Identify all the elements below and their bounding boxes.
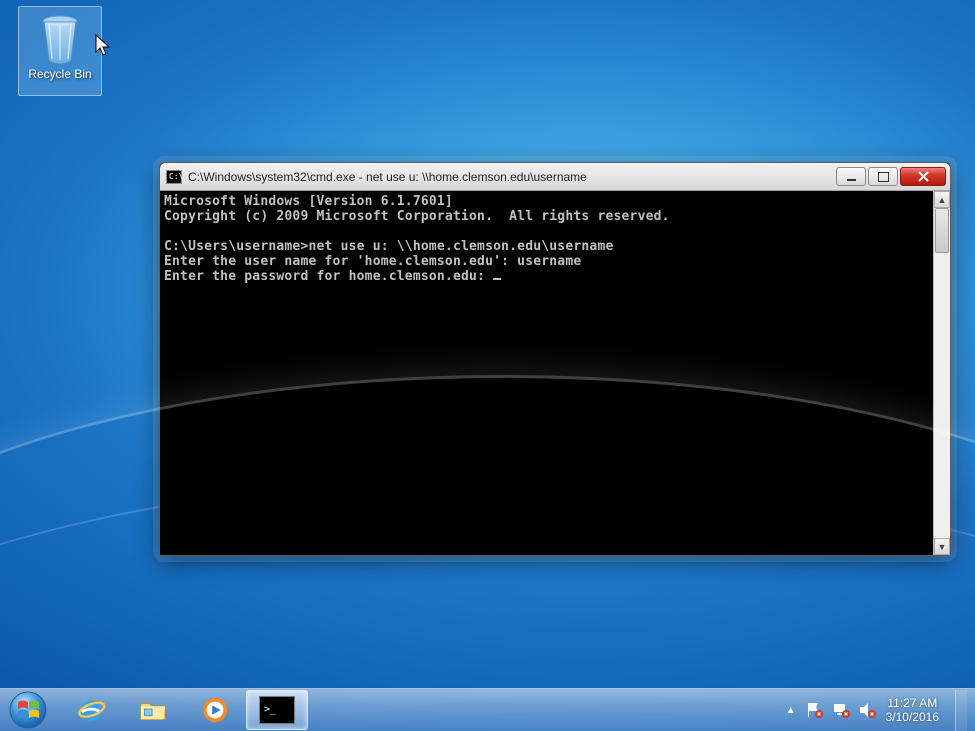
terminal-line: C:\Users\username>net use u: \\home.clem… <box>164 239 614 254</box>
start-button[interactable] <box>4 689 52 731</box>
folder-icon <box>137 695 169 725</box>
terminal-line: Copyright (c) 2009 Microsoft Corporation… <box>164 209 670 224</box>
scrollbar[interactable]: ▲ ▼ <box>933 191 950 555</box>
recycle-bin-label: Recycle Bin <box>28 67 91 81</box>
clock-date: 3/10/2016 <box>886 710 939 724</box>
trash-icon <box>35 13 85 65</box>
titlebar[interactable]: C:\ C:\Windows\system32\cmd.exe - net us… <box>160 163 950 191</box>
clock[interactable]: 11:27 AM 3/10/2016 <box>886 696 939 724</box>
close-button[interactable] <box>900 167 946 186</box>
network-icon[interactable] <box>832 701 850 719</box>
taskbar[interactable]: >_ ▲ 11:27 AM 3/10/2016 <box>0 688 975 731</box>
text-cursor-icon <box>493 278 501 280</box>
taskbar-items: >_ <box>60 689 308 731</box>
minimize-button[interactable] <box>836 167 866 186</box>
media-player-icon <box>199 695 231 725</box>
taskbar-item-ie[interactable] <box>60 690 122 730</box>
scroll-up-button[interactable]: ▲ <box>934 191 950 208</box>
taskbar-item-wmp[interactable] <box>184 690 246 730</box>
window-title: C:\Windows\system32\cmd.exe - net use u:… <box>188 170 587 184</box>
command-prompt-icon: >_ <box>259 696 295 724</box>
show-hidden-icons-button[interactable]: ▲ <box>786 705 796 716</box>
scroll-track[interactable] <box>934 208 950 538</box>
cmd-icon: C:\ <box>166 170 182 184</box>
taskbar-item-cmd[interactable]: >_ <box>246 690 308 730</box>
show-desktop-button[interactable] <box>955 690 967 731</box>
command-prompt-window[interactable]: C:\ C:\Windows\system32\cmd.exe - net us… <box>159 162 951 556</box>
window-controls <box>836 167 950 186</box>
terminal-line: Microsoft Windows [Version 6.1.7601] <box>164 194 453 209</box>
recycle-bin-icon[interactable]: Recycle Bin <box>18 6 102 96</box>
action-center-icon[interactable] <box>806 701 824 719</box>
scroll-down-button[interactable]: ▼ <box>934 538 950 555</box>
taskbar-item-explorer[interactable] <box>122 690 184 730</box>
desktop[interactable]: Recycle Bin C:\ C:\Windows\system32\cmd.… <box>0 0 975 731</box>
volume-icon[interactable] <box>858 701 876 719</box>
system-tray: ▲ 11:27 AM 3/10/2016 <box>786 689 975 731</box>
tray-icons <box>806 701 876 719</box>
windows-logo-icon <box>9 691 47 729</box>
internet-explorer-icon <box>75 695 107 725</box>
clock-time: 11:27 AM <box>886 696 939 710</box>
cmd-body: Microsoft Windows [Version 6.1.7601] Cop… <box>160 191 950 555</box>
maximize-button[interactable] <box>868 167 898 186</box>
scroll-thumb[interactable] <box>935 208 949 253</box>
terminal-line: Enter the user name for 'home.clemson.ed… <box>164 254 581 269</box>
terminal-output[interactable]: Microsoft Windows [Version 6.1.7601] Cop… <box>160 191 933 555</box>
terminal-line: Enter the password for home.clemson.edu: <box>164 269 493 284</box>
